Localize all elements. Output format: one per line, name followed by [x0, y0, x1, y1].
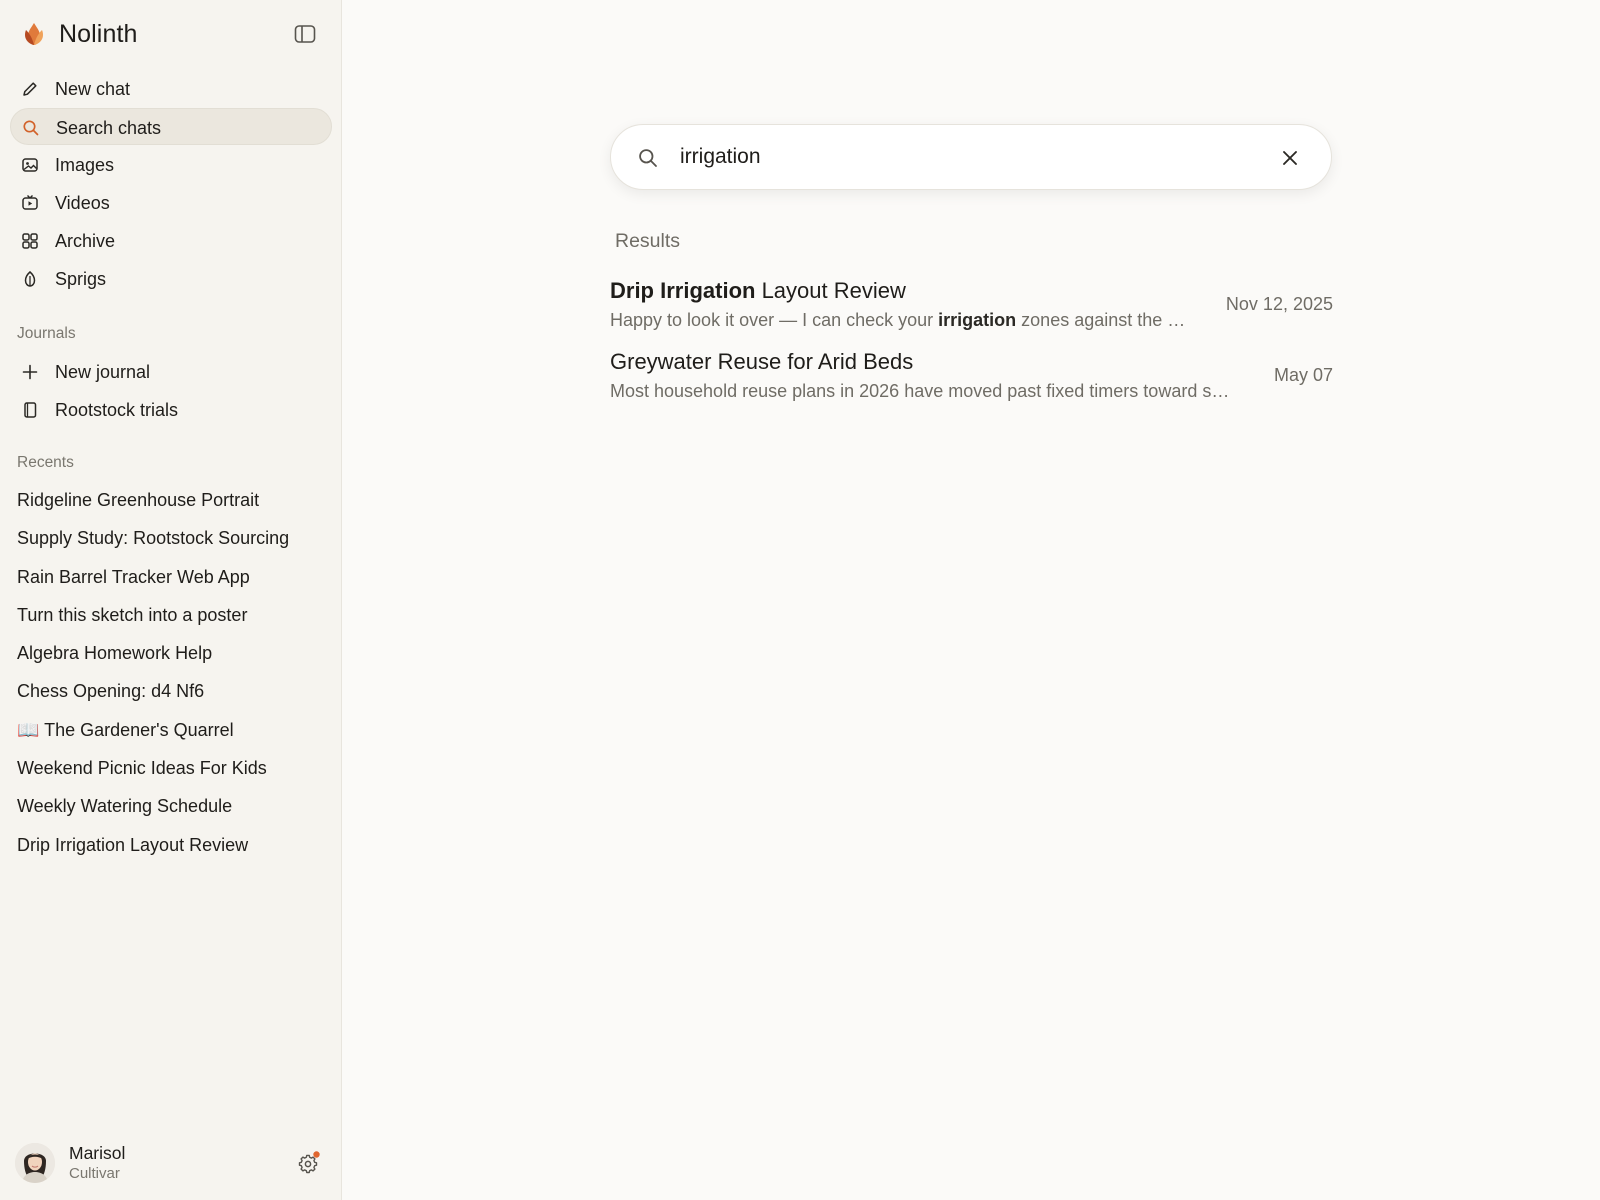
- result-title: Greywater Reuse for Arid Beds: [610, 349, 913, 375]
- snippet-highlight: irrigation: [938, 310, 1017, 330]
- snippet-text: zones against the …: [1016, 310, 1186, 330]
- recent-chat-item[interactable]: Turn this sketch into a poster: [17, 601, 327, 639]
- nav-images[interactable]: Images: [10, 146, 332, 183]
- main-content: Results Drip Irrigation Layout Review Ha…: [343, 0, 1600, 1200]
- result-title: Drip Irrigation Layout Review: [610, 278, 906, 304]
- search-result[interactable]: Greywater Reuse for Arid Beds Most house…: [610, 349, 1333, 411]
- journal-list: New journal Rootstock trials: [10, 353, 332, 429]
- profile-name: Marisol: [69, 1143, 126, 1163]
- result-snippet: Most household reuse plans in 2026 have …: [610, 381, 1245, 402]
- brand-name: Nolinth: [59, 20, 138, 48]
- recent-chat-item[interactable]: Ridgeline Greenhouse Portrait: [17, 486, 327, 524]
- nav-label: Archive: [55, 231, 116, 251]
- recent-chat-item[interactable]: Weekend Picnic Ideas For Kids: [17, 754, 327, 792]
- recent-chat-item[interactable]: Algebra Homework Help: [17, 639, 327, 677]
- recent-chat-item[interactable]: Rain Barrel Tracker Web App: [17, 563, 327, 601]
- search-icon: [21, 118, 41, 138]
- recents-heading: Recents: [17, 454, 74, 471]
- sidebar-toggle-icon[interactable]: [294, 24, 320, 46]
- search-box[interactable]: [610, 124, 1332, 190]
- results-heading: Results: [615, 230, 681, 252]
- app-window: Nolinth New chat Search chats Images Vid…: [0, 0, 1600, 1200]
- profile-row: Marisol Cultivar: [0, 1130, 342, 1192]
- profile-plan: Cultivar: [69, 1165, 120, 1182]
- recent-chat-item[interactable]: Weekly Watering Schedule: [17, 792, 327, 830]
- flame-leaf-logo-icon: [21, 21, 47, 47]
- pencil-icon: [20, 79, 40, 99]
- nav-new-chat[interactable]: New chat: [10, 70, 332, 107]
- journals-heading: Journals: [17, 325, 76, 342]
- nav-videos[interactable]: Videos: [10, 184, 332, 221]
- gear-icon[interactable]: [296, 1150, 322, 1176]
- search-icon: [637, 147, 659, 169]
- leaf-icon: [20, 269, 40, 289]
- nav-label: New journal: [55, 362, 151, 382]
- nav-label: Rootstock trials: [55, 400, 179, 420]
- video-icon: [20, 193, 40, 213]
- search-result[interactable]: Drip Irrigation Layout Review Happy to l…: [610, 278, 1333, 340]
- avatar[interactable]: [15, 1143, 55, 1183]
- nav-label: Search chats: [56, 118, 162, 138]
- grid-icon: [20, 231, 40, 251]
- recent-chat-item[interactable]: Supply Study: Rootstock Sourcing: [17, 524, 327, 562]
- recents-list: Ridgeline Greenhouse Portrait Supply Stu…: [17, 486, 327, 869]
- close-icon[interactable]: [1278, 146, 1302, 170]
- recent-chat-item[interactable]: 📖 The Gardener's Quarrel: [17, 716, 327, 754]
- result-date: Nov 12, 2025: [1225, 294, 1333, 314]
- recent-chat-item[interactable]: Chess Opening: d4 Nf6: [17, 677, 327, 715]
- result-date: May 07: [1273, 365, 1333, 385]
- new-journal-button[interactable]: New journal: [10, 353, 332, 390]
- result-snippet: Happy to look it over — I can check your…: [610, 310, 1200, 331]
- nav-label: New chat: [55, 79, 131, 99]
- result-title-highlight: Drip Irrigation: [610, 278, 756, 303]
- brand-row: Nolinth: [0, 0, 342, 72]
- nav-label: Sprigs: [55, 269, 107, 289]
- notification-dot: [313, 1151, 320, 1158]
- search-input[interactable]: [678, 139, 1258, 175]
- recent-chat-item[interactable]: Drip Irrigation Layout Review: [17, 831, 327, 869]
- image-icon: [20, 155, 40, 175]
- nav-label: Videos: [55, 193, 110, 213]
- sidebar: Nolinth New chat Search chats Images Vid…: [0, 0, 342, 1200]
- plus-icon: [20, 362, 40, 382]
- nav-search-chats[interactable]: Search chats: [10, 108, 332, 145]
- nav-label: Images: [55, 155, 115, 175]
- nav-archive[interactable]: Archive: [10, 222, 332, 259]
- snippet-text: Most household reuse plans in 2026 have …: [610, 381, 1230, 401]
- snippet-text: Happy to look it over — I can check your: [610, 310, 939, 330]
- result-title-text: Greywater Reuse for Arid Beds: [610, 349, 914, 374]
- result-title-text: Layout Review: [755, 278, 906, 303]
- journal-item-rootstock-trials[interactable]: Rootstock trials: [10, 391, 332, 428]
- primary-nav: New chat Search chats Images Videos Arch…: [10, 70, 332, 298]
- nav-sprigs[interactable]: Sprigs: [10, 260, 332, 297]
- notebook-icon: [20, 400, 40, 420]
